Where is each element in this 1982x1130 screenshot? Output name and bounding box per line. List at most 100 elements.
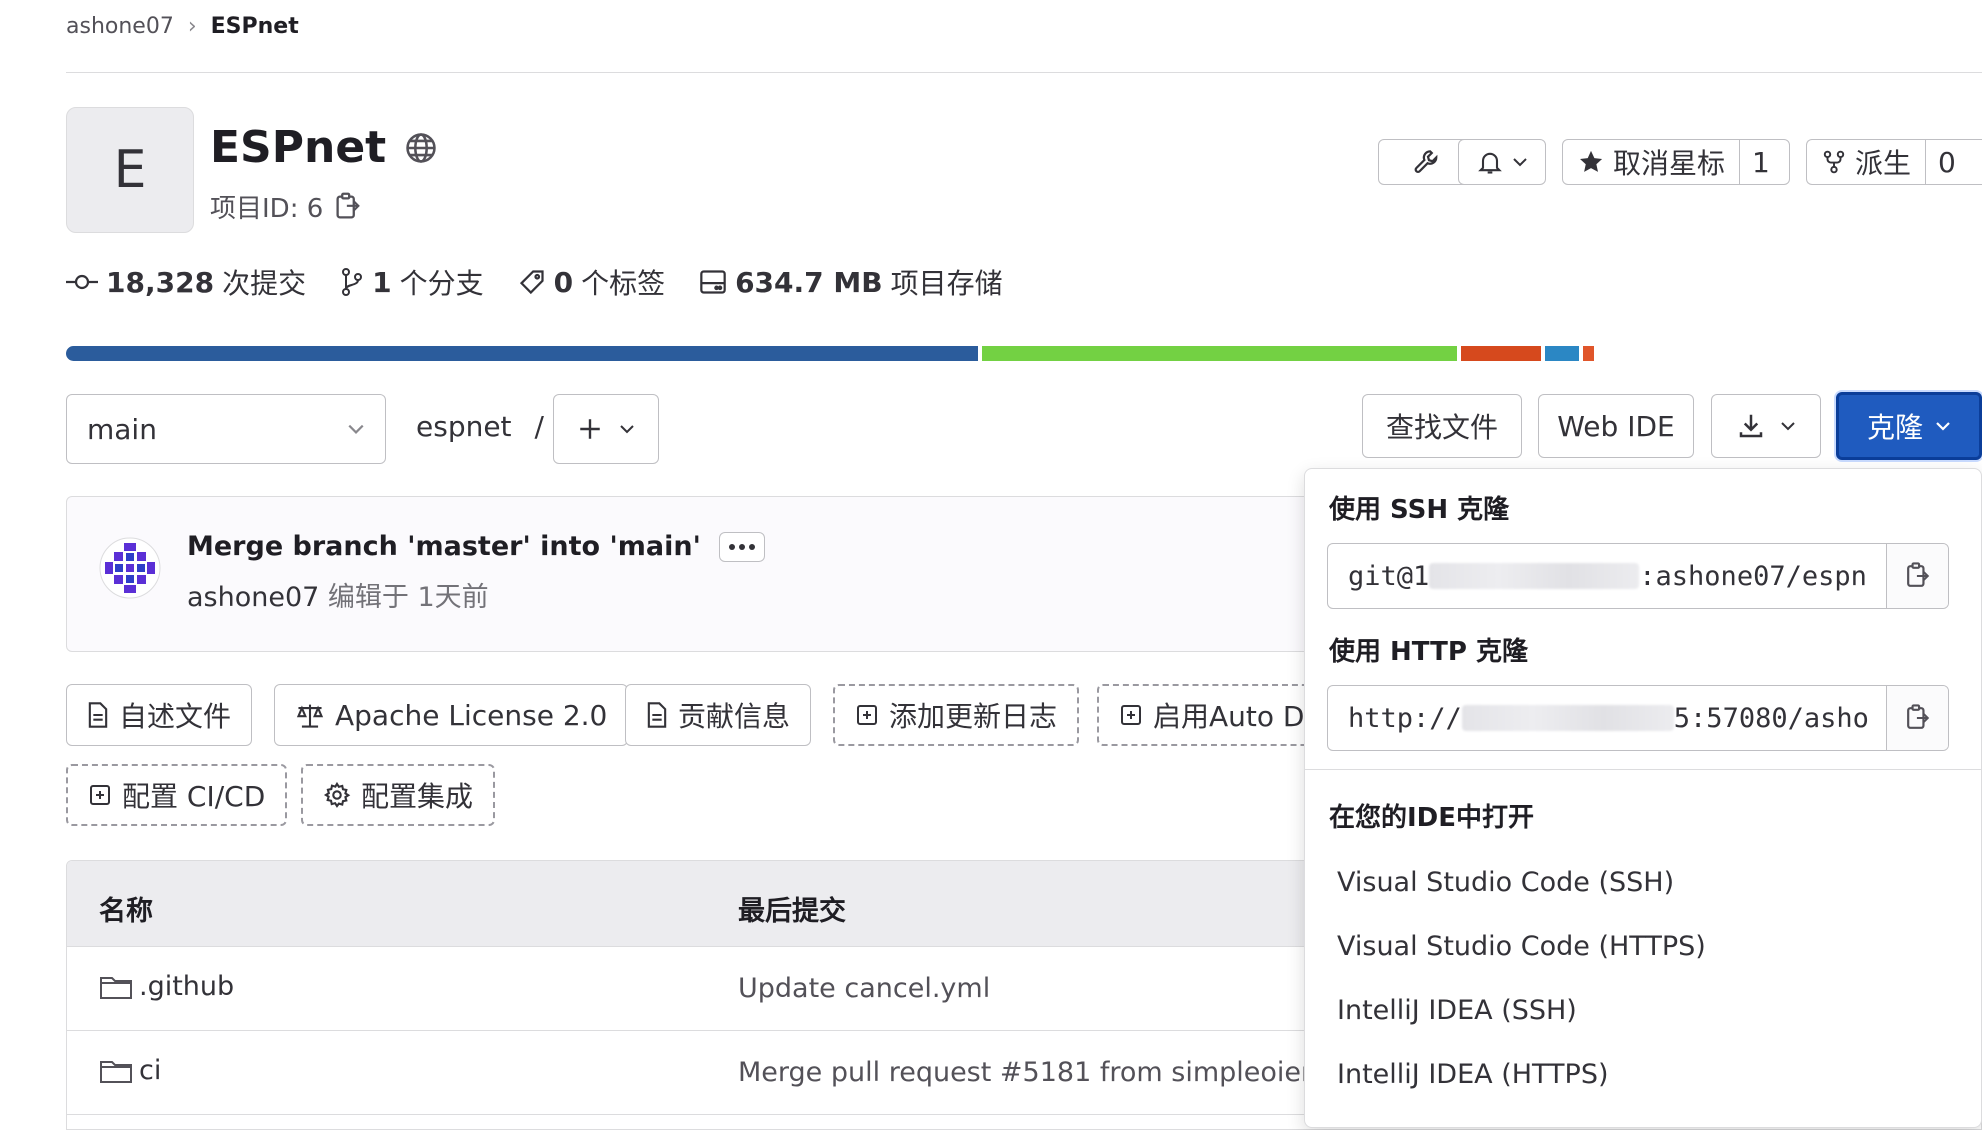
http-url-value[interactable]: http:// 5:57080/asho <box>1328 686 1886 750</box>
ide-option-intellij-https[interactable]: IntelliJ IDEA (HTTPS) <box>1337 1059 1609 1090</box>
star-icon <box>1577 148 1605 176</box>
contributing-button[interactable]: 贡献信息 <box>625 684 812 746</box>
author-avatar[interactable] <box>99 537 161 599</box>
commit-author[interactable]: ashone07 <box>187 582 319 613</box>
project-id-label: 项目ID: 6 <box>210 194 324 224</box>
project-avatar: E <box>66 107 194 233</box>
http-url-field[interactable]: http:// 5:57080/asho <box>1327 685 1949 751</box>
branch-name: main <box>87 412 157 446</box>
breadcrumb-user[interactable]: ashone07 <box>66 14 174 39</box>
copy-id-icon[interactable] <box>335 192 361 222</box>
unstar-label: 取消星标 <box>1613 147 1726 180</box>
chevron-down-icon <box>347 423 365 435</box>
column-header-name: 名称 <box>99 896 153 927</box>
dropdown-divider <box>1305 769 1981 770</box>
breadcrumb-separator-icon: › <box>187 13 197 39</box>
download-button[interactable] <box>1711 394 1821 458</box>
project-title: ESPnet <box>210 122 387 173</box>
http-clone-title: 使用 HTTP 克隆 <box>1329 637 1528 667</box>
clone-dropdown: 使用 SSH 克隆 git@1 :ashone07/espn 使用 HTTP 克… <box>1304 468 1982 1128</box>
license-label: Apache License 2.0 <box>335 698 608 732</box>
ide-option-vscode-ssh[interactable]: Visual Studio Code (SSH) <box>1337 867 1674 898</box>
globe-icon <box>404 131 438 165</box>
chevron-down-icon <box>619 423 635 435</box>
header-divider <box>66 72 1982 73</box>
http-url-suffix: 5:57080/asho <box>1673 702 1869 734</box>
fork-icon <box>1821 148 1847 176</box>
configure-cicd-button[interactable]: 配置 CI/CD <box>66 764 288 826</box>
ssh-clone-title: 使用 SSH 克隆 <box>1329 495 1510 525</box>
gear-icon <box>323 781 351 809</box>
language-bar[interactable] <box>66 346 1982 361</box>
chevron-down-icon <box>1512 156 1528 168</box>
add-changelog-button[interactable]: 添加更新日志 <box>833 684 1080 746</box>
language-segment[interactable] <box>1461 346 1541 361</box>
commit-icon <box>66 272 98 292</box>
ide-option-vscode-https[interactable]: Visual Studio Code (HTTPS) <box>1337 931 1706 962</box>
language-segment[interactable] <box>1545 346 1579 361</box>
tags-stat[interactable]: 0 个标签 <box>518 262 666 302</box>
copy-ssh-url-button[interactable] <box>1886 544 1948 608</box>
language-segment[interactable] <box>66 346 978 361</box>
file-name-cell[interactable]: ci <box>99 1055 161 1086</box>
clone-button[interactable]: 克隆 <box>1836 392 1982 460</box>
language-segment[interactable] <box>1583 346 1594 361</box>
commit-message[interactable]: Merge branch 'master' into 'main' <box>187 531 701 562</box>
ssh-url-prefix: git@1 <box>1348 560 1430 592</box>
breadcrumb-project[interactable]: ESPnet <box>211 14 299 39</box>
branches-count: 1 <box>372 265 392 299</box>
path-root[interactable]: espnet <box>416 410 512 443</box>
copy-icon <box>1906 561 1930 591</box>
path-separator: / <box>534 410 544 443</box>
open-in-ide-title: 在您的IDE中打开 <box>1329 803 1535 833</box>
commits-stat[interactable]: 18,328 次提交 <box>66 262 306 302</box>
storage-stat[interactable]: 634.7 MB 项目存储 <box>699 262 1003 302</box>
unstar-button[interactable]: 取消星标 1 <box>1562 139 1790 185</box>
download-icon <box>1736 411 1766 441</box>
fork-button[interactable]: 派生 0 <box>1806 139 1982 185</box>
enable-autodevops-button[interactable]: 启用Auto DevOps <box>1097 684 1304 746</box>
project-stats: 18,328 次提交 1 个分支 0 个标签 634.7 MB 项目存储 <box>66 262 1037 302</box>
plus-icon <box>577 416 603 442</box>
find-file-button[interactable]: 查找文件 <box>1362 394 1522 458</box>
branches-stat[interactable]: 1 个分支 <box>340 262 484 302</box>
copy-http-url-button[interactable] <box>1886 686 1948 750</box>
ssh-url-suffix: :ashone07/espn <box>1639 560 1867 592</box>
commit-time: 编辑于 1天前 <box>327 582 489 613</box>
file-name-cell[interactable]: .github <box>99 971 234 1002</box>
configure-integrations-button[interactable]: 配置集成 <box>301 764 496 826</box>
plus-square-icon <box>855 703 879 727</box>
copy-icon <box>1906 703 1930 733</box>
web-ide-button[interactable]: Web IDE <box>1538 394 1694 458</box>
file-name[interactable]: .github <box>139 971 234 1002</box>
repo-path: espnet / <box>416 410 544 443</box>
license-button[interactable]: Apache License 2.0 <box>274 684 629 746</box>
language-segment[interactable] <box>982 346 1457 361</box>
storage-icon <box>699 269 727 295</box>
branch-selector[interactable]: main <box>66 394 386 464</box>
folder-icon <box>99 973 133 1001</box>
add-to-tree-button[interactable] <box>553 394 659 464</box>
redacted-host <box>1429 563 1640 589</box>
ssh-url-field[interactable]: git@1 :ashone07/espn <box>1327 543 1949 609</box>
fork-count[interactable]: 0 <box>1925 140 1968 184</box>
ide-option-intellij-ssh[interactable]: IntelliJ IDEA (SSH) <box>1337 995 1577 1026</box>
document-icon <box>646 701 668 729</box>
star-count[interactable]: 1 <box>1739 140 1782 184</box>
configure-cicd-label: 配置 CI/CD <box>122 780 266 813</box>
contributing-label: 贡献信息 <box>678 700 791 733</box>
column-header-last-commit: 最后提交 <box>738 896 846 927</box>
ssh-url-value[interactable]: git@1 :ashone07/espn <box>1328 544 1886 608</box>
toggle-description-button[interactable] <box>718 531 765 562</box>
file-last-commit[interactable]: Merge pull request #5181 from simpleoier… <box>738 1057 1347 1088</box>
file-name[interactable]: ci <box>139 1055 161 1086</box>
notification-button[interactable] <box>1458 139 1546 185</box>
readme-button[interactable]: 自述文件 <box>66 684 253 746</box>
tags-label: 个标签 <box>581 267 666 300</box>
file-last-commit[interactable]: Update cancel.yml <box>738 973 990 1004</box>
folder-icon <box>99 1057 133 1085</box>
wrench-icon <box>1412 147 1442 177</box>
configure-integrations-label: 配置集成 <box>361 780 474 813</box>
commit-message-row: Merge branch 'master' into 'main' <box>187 531 765 562</box>
document-icon <box>87 701 109 729</box>
